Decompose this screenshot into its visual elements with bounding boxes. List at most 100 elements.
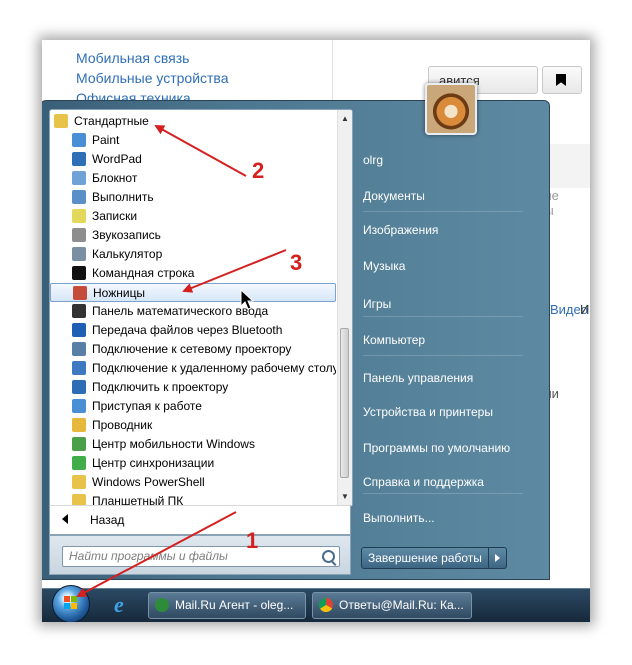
user-avatar[interactable] — [425, 83, 477, 135]
program-label: Стандартные — [74, 114, 149, 128]
math-input-icon — [72, 304, 86, 318]
back-button[interactable]: Назад — [49, 505, 351, 535]
program-item[interactable]: Записки — [50, 207, 336, 226]
program-label: Приступая к работе — [92, 399, 202, 413]
programs-pane: Стандартные Paint WordPad Блокнот Выполнить З… — [49, 109, 353, 507]
menu-separator — [363, 316, 523, 317]
right-menu-item[interactable]: Игры — [363, 297, 391, 311]
search-input[interactable]: Найти программы и файлы — [62, 546, 340, 567]
program-item[interactable]: Передача файлов через Bluetooth — [50, 321, 336, 340]
remote-desktop-icon — [72, 361, 86, 375]
right-menu-item[interactable]: Документы — [363, 189, 425, 203]
annotation-number-3: 3 — [290, 250, 303, 275]
category-link-mobile[interactable]: Мобильная связь — [76, 50, 189, 66]
back-label: Назад — [90, 513, 125, 527]
category-link-devices[interactable]: Мобильные устройства — [76, 70, 229, 86]
start-button[interactable] — [52, 585, 90, 622]
start-menu: Стандартные Paint WordPad Блокнот Выполнить З… — [42, 83, 550, 580]
program-label: Центр синхронизации — [92, 456, 215, 470]
annotation-number-2: 2 — [252, 158, 265, 183]
right-menu-item[interactable]: Выполнить... — [363, 511, 435, 525]
right-menu-item[interactable]: Справка и поддержка — [363, 475, 484, 489]
folder-standard[interactable]: Стандартные — [50, 112, 336, 131]
right-menu-item[interactable]: Программы по умолчанию — [363, 441, 510, 455]
annotation-number-1: 1 — [246, 528, 259, 553]
bookmark-icon — [556, 74, 566, 86]
program-item[interactable]: Подключение к удаленному рабочему столу — [50, 359, 336, 378]
mail-agent-icon — [155, 598, 169, 612]
sync-center-icon — [72, 456, 86, 470]
taskbar-button-mailru-agent[interactable]: Mail.Ru Агент - oleg... — [148, 592, 306, 619]
screenshot-frame: Мобильная связь Мобильные устройства Офи… — [42, 40, 590, 622]
program-item[interactable]: Проводник — [50, 416, 336, 435]
right-menu-item[interactable]: Панель управления — [363, 371, 473, 385]
shutdown-button[interactable]: Завершение работы — [361, 547, 489, 569]
menu-separator — [363, 355, 523, 356]
program-label: Центр мобильности Windows — [92, 437, 255, 451]
paint-icon — [72, 133, 86, 147]
internet-explorer-icon[interactable]: e — [114, 593, 136, 617]
program-item[interactable]: Приступая к работе — [50, 397, 336, 416]
program-label: Paint — [92, 133, 120, 147]
right-menu-item[interactable]: Изображения — [363, 223, 438, 237]
program-label: Windows PowerShell — [92, 475, 205, 489]
scroll-down-icon[interactable]: ▼ — [338, 490, 352, 504]
right-menu-item[interactable]: Музыка — [363, 259, 405, 273]
folder-icon — [72, 475, 86, 489]
calculator-icon — [72, 247, 86, 261]
menu-separator — [363, 211, 523, 212]
taskbar-button-otvety[interactable]: Ответы@Mail.Ru: Ка... — [312, 592, 472, 619]
more-link[interactable]: Ис — [580, 302, 590, 317]
program-label: Панель математического ввода — [92, 304, 269, 318]
program-label: Проводник — [92, 418, 153, 432]
network-projector-icon — [72, 342, 86, 356]
microphone-icon — [72, 228, 86, 242]
program-label: Ножницы — [93, 286, 146, 300]
programs-scrollbar[interactable]: ▲ ▼ — [337, 110, 352, 506]
getting-started-icon — [72, 399, 86, 413]
program-item[interactable]: Ножницы — [50, 283, 336, 302]
program-item[interactable]: Центр синхронизации — [50, 454, 336, 473]
program-label: WordPad — [92, 152, 142, 166]
program-label: Калькулятор — [92, 247, 163, 261]
taskbar: e Mail.Ru Агент - oleg... Ответы@Mail.Ru… — [42, 585, 590, 622]
menu-separator — [363, 493, 523, 494]
mobility-center-icon — [72, 437, 86, 451]
windows-logo-icon — [64, 596, 78, 610]
search-icon — [322, 550, 335, 563]
wordpad-icon — [72, 152, 86, 166]
task-label: Mail.Ru Агент - oleg... — [175, 598, 294, 612]
bookmark-button[interactable] — [542, 66, 582, 94]
folder-icon — [54, 114, 68, 128]
notepad-icon — [72, 171, 86, 185]
program-item[interactable]: Панель математического ввода — [50, 302, 336, 321]
program-label: Подключение к сетевому проектору — [92, 342, 292, 356]
search-placeholder: Найти программы и файлы — [69, 549, 228, 563]
bluetooth-icon — [72, 323, 86, 337]
program-item[interactable]: Подключить к проектору — [50, 378, 336, 397]
user-name-link[interactable]: olrg — [363, 153, 383, 167]
program-item[interactable]: Звукозапись — [50, 226, 336, 245]
program-label: Блокнот — [92, 171, 138, 185]
sticky-notes-icon — [72, 209, 86, 223]
right-menu-item[interactable]: Устройства и принтеры — [363, 405, 493, 419]
program-item[interactable]: Блокнот — [50, 169, 336, 188]
task-label: Ответы@Mail.Ru: Ка... — [339, 598, 464, 612]
program-label: Командная строка — [92, 266, 195, 280]
scroll-up-icon[interactable]: ▲ — [338, 112, 352, 126]
back-arrow-icon — [62, 514, 68, 524]
program-item[interactable]: Windows PowerShell — [50, 473, 336, 492]
projector-icon — [72, 380, 86, 394]
program-item[interactable]: Выполнить — [50, 188, 336, 207]
program-item[interactable]: WordPad — [50, 150, 336, 169]
program-item[interactable]: Paint — [50, 131, 336, 150]
run-icon — [72, 190, 86, 204]
program-item[interactable]: Подключение к сетевому проектору — [50, 340, 336, 359]
right-menu-item[interactable]: Компьютер — [363, 333, 425, 347]
shutdown-options-icon[interactable] — [489, 547, 507, 569]
program-label: Подключение к удаленному рабочему столу — [92, 361, 336, 375]
programs-list: Стандартные Paint WordPad Блокнот Выполнить З… — [50, 110, 336, 506]
scroll-thumb[interactable] — [340, 328, 349, 478]
program-item[interactable]: Центр мобильности Windows — [50, 435, 336, 454]
command-prompt-icon — [72, 266, 86, 280]
